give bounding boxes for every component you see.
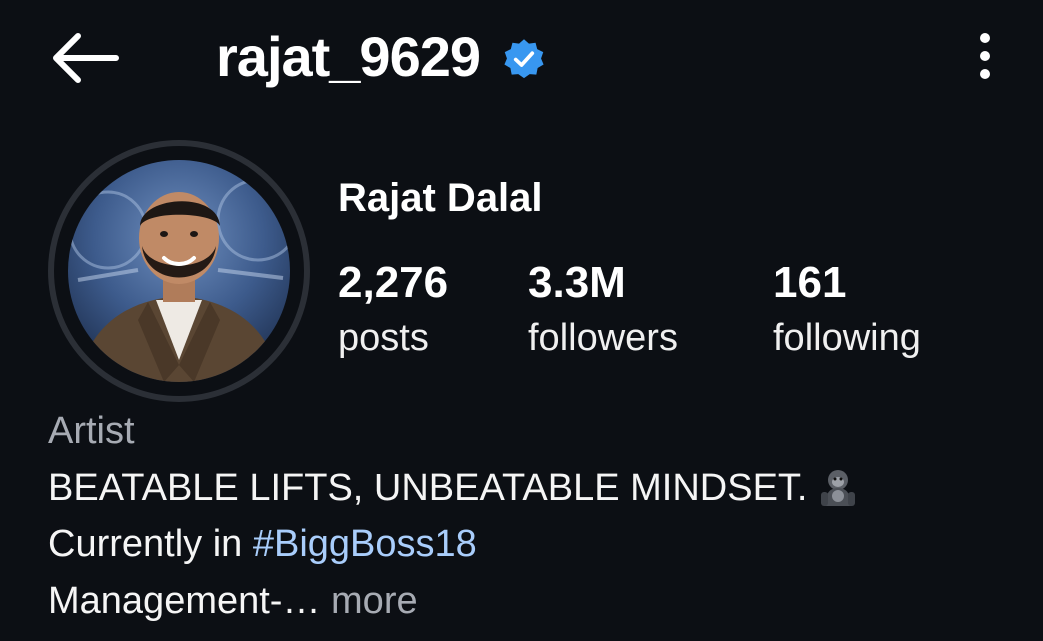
bio-line-3-text: Management-… [48,580,321,622]
posts-label: posts [338,317,429,359]
posts-count: 2,276 [338,258,449,307]
bio-line-1: BEATABLE LIFTS, UNBEATABLE MINDSET. [48,466,859,510]
followers-count: 3.3M [528,258,626,307]
back-arrow-icon [53,33,119,83]
avatar[interactable] [68,160,290,382]
following-stat[interactable]: 161 following [773,256,921,366]
bio-line-2: Currently in #BiggBoss18 [48,523,477,566]
profile-page: rajat_9629 Rajat Dalal 2,276 posts 3.3M … [0,0,1043,641]
profile-header: rajat_9629 [216,22,546,92]
following-count: 161 [773,258,847,307]
more-link[interactable]: more [320,580,418,622]
more-options-icon [980,33,990,79]
gorilla-emoji-icon [817,466,859,508]
username: rajat_9629 [216,25,481,88]
back-button[interactable] [48,30,120,86]
followers-stat[interactable]: 3.3M followers [528,256,678,366]
hashtag-link[interactable]: #BiggBoss18 [253,523,477,565]
bio-line-1-text: BEATABLE LIFTS, UNBEATABLE MINDSET. [48,467,808,509]
profile-category: Artist [48,410,135,452]
avatar-ring[interactable] [48,140,310,402]
more-options-button[interactable] [966,28,1004,84]
posts-stat[interactable]: 2,276 posts [338,256,448,366]
verified-badge-icon [504,39,544,79]
bio-line-3: Management-… more [48,580,418,623]
bio-line-2-prefix: Currently in [48,523,253,565]
following-label: following [773,317,921,359]
display-name: Rajat Dalal [338,176,543,220]
avatar-image [68,160,290,382]
followers-label: followers [528,317,678,359]
